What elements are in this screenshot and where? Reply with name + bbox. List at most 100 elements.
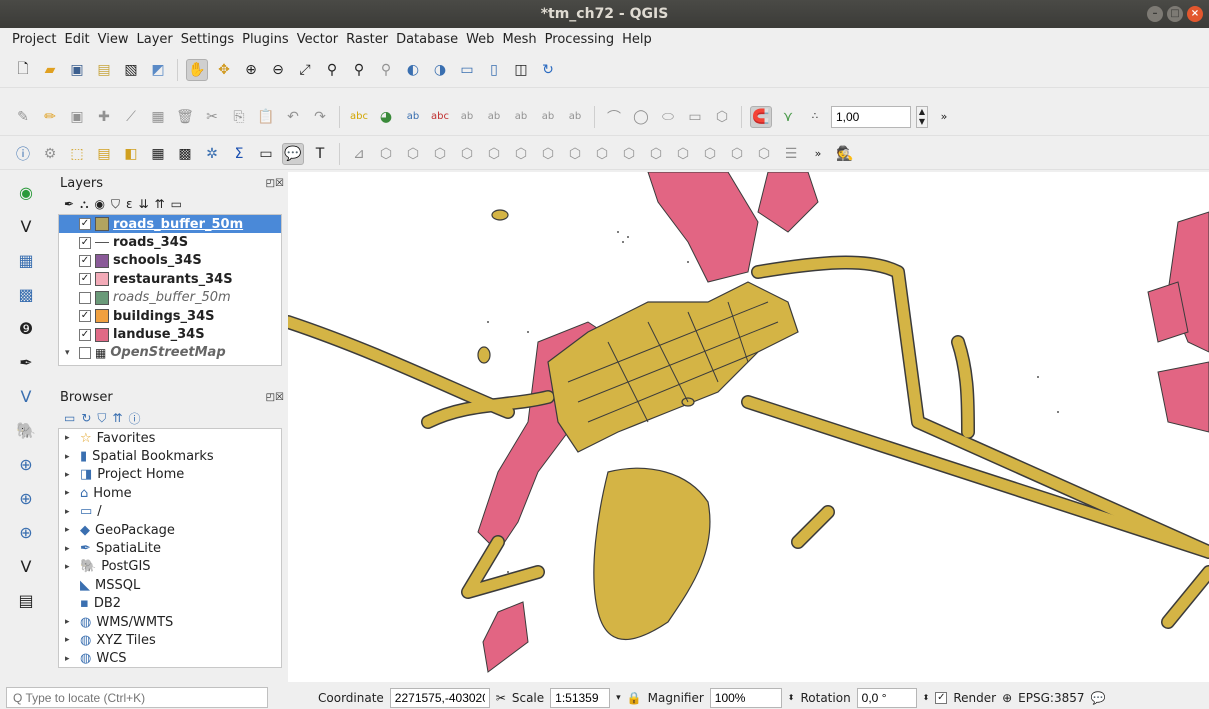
split-parts-icon[interactable]: ⬡ bbox=[672, 143, 694, 165]
run-action-icon[interactable]: ⚙ bbox=[39, 143, 61, 165]
layer-visibility-checkbox[interactable]: ✓ bbox=[79, 273, 91, 286]
add-postgis-icon[interactable]: 🐘 bbox=[13, 418, 39, 442]
new-map-view-icon[interactable]: ▭ bbox=[456, 59, 478, 81]
shape-circle-icon[interactable]: ◯ bbox=[630, 106, 652, 128]
layer-visibility-checkbox[interactable]: ✓ bbox=[79, 310, 91, 323]
add-delimited-text-icon[interactable]: ❾ bbox=[13, 316, 39, 340]
zoom-last-icon[interactable]: ◐ bbox=[402, 59, 424, 81]
browser-item[interactable]: ▸ ▭ / bbox=[59, 503, 281, 521]
menu-project[interactable]: Project bbox=[8, 32, 60, 47]
field-calculator-icon[interactable]: ▩ bbox=[174, 143, 196, 165]
add-wcs-icon[interactable]: ⊕ bbox=[13, 520, 39, 544]
identify-features-icon[interactable]: ⓘ bbox=[12, 143, 34, 165]
browser-item[interactable]: ▸ ☆ Favorites bbox=[59, 429, 281, 447]
text-annotation-icon[interactable]: T bbox=[309, 143, 331, 165]
add-group-icon[interactable]: ⛬ bbox=[80, 197, 88, 212]
open-project-icon[interactable]: ▰ bbox=[39, 59, 61, 81]
shape-rectangle-icon[interactable]: ▭ bbox=[684, 106, 706, 128]
new-project-icon[interactable]: 🗋 bbox=[12, 59, 34, 81]
move-feature-icon[interactable]: ⬡ bbox=[375, 143, 397, 165]
offset-curve-icon[interactable]: ⬡ bbox=[618, 143, 640, 165]
lock-icon[interactable]: 🔒 bbox=[627, 691, 642, 705]
add-raster-layer-icon[interactable]: ▦ bbox=[13, 248, 39, 272]
crs-label[interactable]: EPSG:3857 bbox=[1018, 691, 1084, 705]
menu-processing[interactable]: Processing bbox=[541, 32, 618, 47]
bookmark-icon[interactable]: ◫ bbox=[510, 59, 532, 81]
coordinate-input[interactable] bbox=[389, 687, 490, 708]
paste-features-icon[interactable]: 📋 bbox=[255, 106, 277, 128]
refresh-icon[interactable]: ↻ bbox=[537, 59, 559, 81]
browser-item[interactable]: ▸ ⌂ Home bbox=[59, 484, 281, 502]
menu-edit[interactable]: Edit bbox=[60, 32, 93, 47]
offset-symbols-icon[interactable]: ☰ bbox=[780, 143, 802, 165]
label-properties-icon[interactable]: ab bbox=[564, 106, 586, 128]
layer-row[interactable]: ✓ restaurants_34S bbox=[59, 270, 281, 288]
add-part-icon[interactable]: ⬡ bbox=[483, 143, 505, 165]
expand-arrow-icon[interactable]: ▸ bbox=[65, 544, 75, 554]
advanced-digitize-icon[interactable]: ⊿ bbox=[348, 143, 370, 165]
scale-input[interactable] bbox=[550, 687, 611, 708]
move-label-icon[interactable]: ab bbox=[483, 106, 505, 128]
browser-item[interactable]: ▸ 🐘 PostGIS bbox=[59, 558, 281, 576]
filter-browser-icon[interactable]: ⛉ bbox=[97, 411, 106, 426]
zoom-next-icon[interactable]: ◑ bbox=[429, 59, 451, 81]
new-print-layout-icon[interactable]: ▤ bbox=[93, 59, 115, 81]
statistics-icon[interactable]: Σ bbox=[228, 143, 250, 165]
layer-row[interactable]: ✓ landuse_34S bbox=[59, 325, 281, 343]
map-tips-icon[interactable]: 💬 bbox=[282, 142, 304, 165]
add-wfs-icon[interactable]: ⊕ bbox=[13, 486, 39, 510]
browser-item[interactable]: ▸ ◍ WMS/WMTS bbox=[59, 613, 281, 631]
redo-icon[interactable]: ↷ bbox=[309, 106, 331, 128]
add-ring-icon[interactable]: ⬡ bbox=[456, 143, 478, 165]
expand-all-icon[interactable]: ⇊ bbox=[138, 197, 148, 211]
menu-layer[interactable]: Layer bbox=[133, 32, 177, 47]
cut-features-icon[interactable]: ✂ bbox=[201, 106, 223, 128]
scale-dropdown-icon[interactable]: ▾ bbox=[616, 693, 621, 703]
maximize-icon[interactable]: □ bbox=[1167, 6, 1183, 22]
toolbox-icon[interactable]: ✲ bbox=[201, 143, 223, 165]
menu-vector[interactable]: Vector bbox=[293, 32, 342, 47]
delete-selected-icon[interactable]: 🗑 bbox=[174, 106, 196, 128]
add-wms-icon[interactable]: ⊕ bbox=[13, 452, 39, 476]
layer-visibility-checkbox[interactable] bbox=[79, 346, 91, 359]
add-mesh-layer-icon[interactable]: ▩ bbox=[13, 282, 39, 306]
browser-item[interactable]: ▸ ◆ GeoPackage bbox=[59, 521, 281, 539]
current-edits-icon[interactable]: ✎ bbox=[12, 106, 34, 128]
overflow-icon[interactable]: » bbox=[933, 106, 955, 128]
filter-legend-icon[interactable]: ⛉ bbox=[111, 197, 120, 212]
magnifier-input[interactable] bbox=[709, 687, 782, 708]
rotation-input[interactable] bbox=[856, 687, 917, 708]
shape-polygon-icon[interactable]: ⬡ bbox=[711, 106, 733, 128]
expand-arrow-icon[interactable]: ▸ bbox=[65, 525, 75, 535]
collapse-all-icon[interactable]: ⇈ bbox=[112, 411, 122, 425]
add-selected-icon[interactable]: ▭ bbox=[64, 411, 75, 425]
select-features-icon[interactable]: ⬚ bbox=[66, 143, 88, 165]
panel-float-close-icon[interactable]: ◰☒ bbox=[266, 174, 284, 194]
close-icon[interactable]: × bbox=[1187, 6, 1203, 22]
messages-icon[interactable]: 💬 bbox=[1091, 691, 1106, 705]
toggle-editing-icon[interactable]: ✏ bbox=[39, 106, 61, 128]
digitize-curve-icon[interactable]: ⌒ bbox=[603, 106, 625, 128]
expand-arrow-icon[interactable]: ▸ bbox=[65, 470, 75, 480]
menu-help[interactable]: Help bbox=[618, 32, 656, 47]
zoom-full-icon[interactable]: ⤢ bbox=[294, 59, 316, 81]
expand-arrow-icon[interactable]: ▸ bbox=[65, 507, 75, 517]
menu-plugins[interactable]: Plugins bbox=[238, 32, 293, 47]
zoom-selection-icon[interactable]: ⚲ bbox=[321, 59, 343, 81]
new-temporary-layer-icon[interactable]: ▤ bbox=[13, 588, 39, 612]
layer-visibility-checkbox[interactable]: ✓ bbox=[79, 254, 91, 267]
label-tool-icon[interactable]: abc bbox=[348, 106, 370, 128]
browser-item[interactable]: ▸ ◍ WCS bbox=[59, 650, 281, 667]
layer-visibility-checkbox[interactable]: ✓ bbox=[79, 328, 91, 341]
split-features-icon[interactable]: ⬡ bbox=[645, 143, 667, 165]
layer-row[interactable]: ✓ roads_buffer_50m bbox=[59, 215, 281, 234]
highlight-labels-icon[interactable]: ab bbox=[402, 106, 424, 128]
merge-attributes-icon[interactable]: ⬡ bbox=[726, 143, 748, 165]
remove-layer-icon[interactable]: ▭ bbox=[171, 197, 182, 211]
snapping-tolerance-icon[interactable]: ∴ bbox=[804, 106, 826, 128]
browser-item[interactable]: ▸ ◍ XYZ Tiles bbox=[59, 631, 281, 649]
layer-row[interactable]: ✓ roads_34S bbox=[59, 233, 281, 251]
add-geopackage-icon[interactable]: ✒ bbox=[13, 350, 39, 374]
modify-attributes-icon[interactable]: ▦ bbox=[147, 106, 169, 128]
diagram-icon[interactable]: ◕ bbox=[375, 106, 397, 128]
